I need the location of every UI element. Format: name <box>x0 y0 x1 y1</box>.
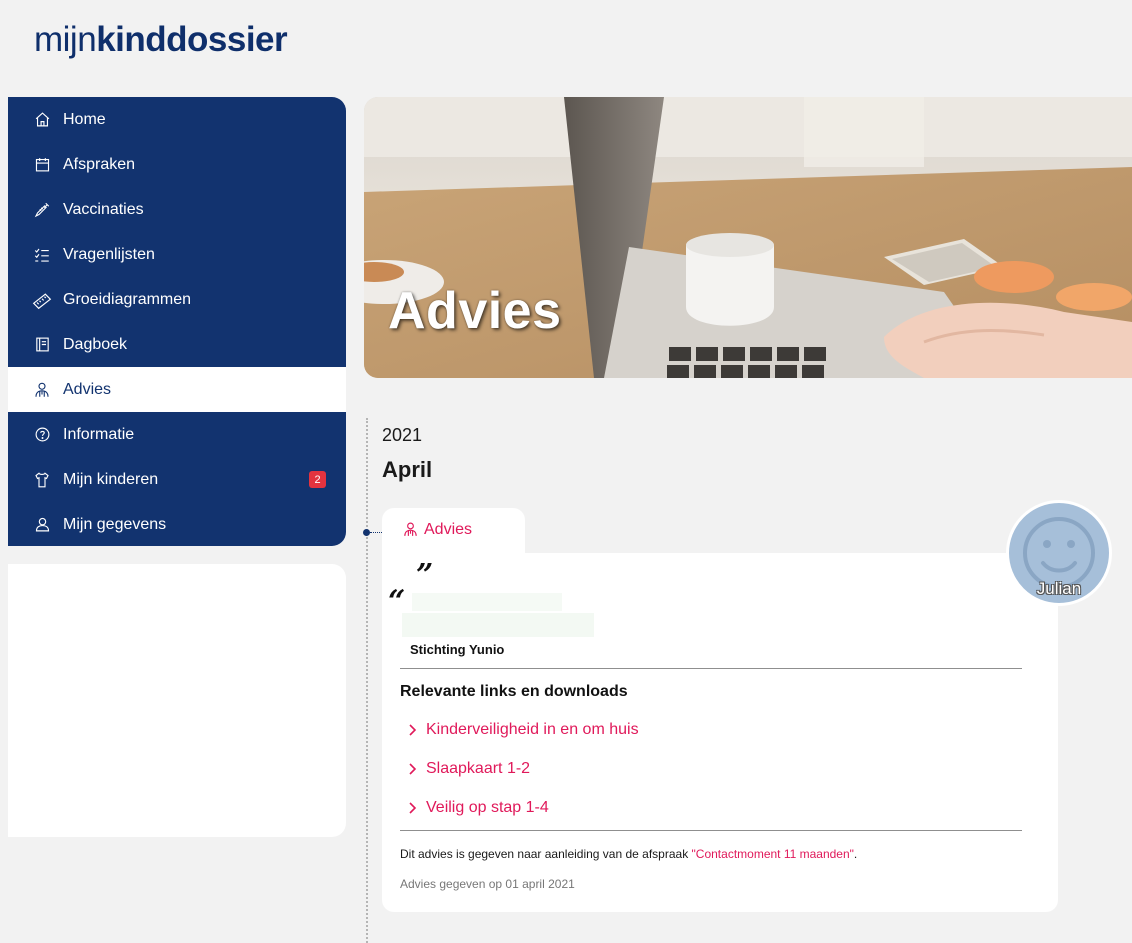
sidebar-item-groeidiagrammen[interactable]: Groeidiagrammen <box>8 277 346 322</box>
redacted-advice-text <box>402 613 594 637</box>
child-clothing-icon <box>32 470 52 490</box>
logo-bold-text: kinddossier <box>96 20 288 59</box>
advice-card: ” “ Stichting Yunio Relevante links en d… <box>382 553 1058 912</box>
advice-given-date: Advies gegeven op 01 april 2021 <box>400 877 575 891</box>
sidebar-item-label: Dagboek <box>63 335 128 353</box>
card-divider <box>400 668 1022 669</box>
sidebar-item-advies[interactable]: Advies <box>8 367 346 412</box>
appointment-link[interactable]: "Contactmoment 11 maanden" <box>692 847 854 861</box>
sidebar-item-label: Afspraken <box>63 155 136 173</box>
link-label: Veilig op stap 1-4 <box>426 799 549 816</box>
book-icon <box>32 335 52 355</box>
entry-tab-advies: Advies <box>382 508 525 556</box>
child-avatar[interactable]: Julian <box>1006 500 1112 606</box>
sidebar-item-label: Advies <box>63 380 112 398</box>
card-divider <box>400 830 1022 831</box>
link-label: Slaapkaart 1-2 <box>426 760 531 777</box>
sidebar-item-vaccinaties[interactable]: Vaccinaties <box>8 187 346 232</box>
advisor-icon <box>32 380 52 400</box>
ruler-icon <box>32 290 52 310</box>
advice-note-suffix: . <box>853 847 858 861</box>
user-icon <box>32 515 52 535</box>
hero-banner: Advies <box>364 97 1132 378</box>
advisor-icon <box>402 521 419 538</box>
chevron-right-icon <box>408 763 418 775</box>
advice-note: Dit advies is gegeven naar aanleiding va… <box>400 847 857 861</box>
home-icon <box>32 110 52 130</box>
checklist-icon <box>32 245 52 265</box>
logo-light-text: mijn <box>34 20 97 59</box>
app-logo[interactable]: mijnkinddossier <box>34 20 288 60</box>
link-label: Kinderveiligheid in en om huis <box>426 721 639 738</box>
links-heading: Relevante links en downloads <box>400 683 628 700</box>
notification-badge: 2 <box>309 471 326 488</box>
sidebar-item-afspraken[interactable]: Afspraken <box>8 142 346 187</box>
syringe-icon <box>32 200 52 220</box>
sidebar-item-mijn-gegevens[interactable]: Mijn gegevens <box>8 502 346 546</box>
sidebar-item-mijn-kinderen[interactable]: Mijn kinderen 2 <box>8 457 346 502</box>
sidebar-item-label: Groeidiagrammen <box>63 290 192 308</box>
link-slaapkaart[interactable]: Slaapkaart 1-2 <box>408 760 530 778</box>
calendar-icon <box>32 155 52 175</box>
sidebar-nav: Home Afspraken Vaccinaties Vragenlijsten… <box>8 97 346 546</box>
timeline-dot <box>363 529 370 536</box>
timeline-line <box>366 418 368 943</box>
hero-title: Advies <box>388 282 562 340</box>
timeline-year: 2021 <box>382 425 423 445</box>
quote-close-mark: ” <box>416 558 434 593</box>
chevron-right-icon <box>408 802 418 814</box>
sidebar-item-label: Vaccinaties <box>63 200 144 218</box>
link-kinderveiligheid[interactable]: Kinderveiligheid in en om huis <box>408 721 639 739</box>
chevron-right-icon <box>408 724 418 736</box>
sidebar-item-dagboek[interactable]: Dagboek <box>8 322 346 367</box>
sidebar-item-home[interactable]: Home <box>8 97 346 142</box>
sidebar-item-label: Informatie <box>63 425 135 443</box>
sidebar-item-label: Mijn gegevens <box>63 515 167 533</box>
link-veilig-op-stap[interactable]: Veilig op stap 1-4 <box>408 799 549 817</box>
advice-note-prefix: Dit advies is gegeven naar aanleiding va… <box>400 847 692 861</box>
sidebar-item-vragenlijsten[interactable]: Vragenlijsten <box>8 232 346 277</box>
sidebar-empty-panel <box>8 564 346 837</box>
advice-organization: Stichting Yunio <box>410 642 505 657</box>
timeline-month: April <box>382 457 433 482</box>
sidebar-item-informatie[interactable]: Informatie <box>8 412 346 457</box>
entry-tab-label: Advies <box>424 521 473 538</box>
help-circle-icon <box>32 425 52 445</box>
sidebar-item-label: Vragenlijsten <box>63 245 155 263</box>
child-name: Julian <box>1036 579 1082 598</box>
sidebar-item-label: Home <box>63 110 106 128</box>
sidebar-item-label: Mijn kinderen <box>63 470 159 488</box>
redacted-advice-text <box>412 593 562 611</box>
